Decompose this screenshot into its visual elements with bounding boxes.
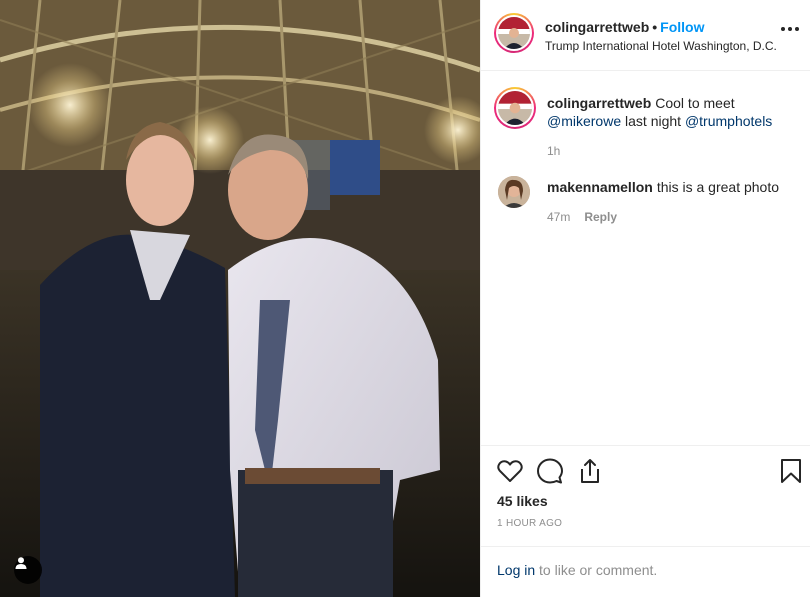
post-header-text: colingarrettweb • Follow Trump Internation… <box>545 18 795 54</box>
caption-meta: 1h <box>547 144 560 158</box>
post-timestamp[interactable]: 1 HOUR AGO <box>497 518 562 529</box>
post-actions: 45 likes 1 HOUR AGO Log in to like or co… <box>481 445 810 597</box>
login-prompt-text: to like or comment. <box>535 562 658 578</box>
more-options-button[interactable] <box>781 24 801 34</box>
comment-meta: 47m Reply <box>547 210 617 224</box>
person-icon <box>15 557 27 569</box>
photo-illustration <box>0 0 480 597</box>
heart-icon <box>497 460 523 482</box>
bookmark-icon <box>781 459 801 483</box>
comment-time[interactable]: 47m <box>547 210 570 224</box>
more-dot-icon <box>781 27 785 31</box>
more-dot-icon <box>795 27 799 31</box>
share-icon <box>581 459 599 483</box>
separator-dot: • <box>652 19 658 35</box>
save-button[interactable] <box>777 457 805 485</box>
caption-author-avatar[interactable] <box>494 87 536 129</box>
author-username[interactable]: colingarrettweb <box>545 19 649 35</box>
comment-icon <box>537 458 563 484</box>
comment-body: this is a great photo <box>656 179 780 195</box>
follow-button[interactable]: Follow <box>660 19 704 35</box>
login-link[interactable]: Log in <box>497 562 535 578</box>
comment-text: makennamellon this is a great photo <box>547 178 797 196</box>
mention-link[interactable]: @mikerowe <box>547 113 621 129</box>
login-prompt-bar: Log in to like or comment. <box>481 546 810 597</box>
avatar-image <box>498 17 530 49</box>
caption-username[interactable]: colingarrettweb <box>547 95 651 111</box>
like-button[interactable] <box>496 457 524 485</box>
post-photo[interactable] <box>0 0 480 597</box>
avatar-image <box>498 91 532 125</box>
commenter-username[interactable]: makennamellon <box>547 179 653 195</box>
post-header: colingarrettweb • Follow Trump Internation… <box>481 0 810 71</box>
comment-button[interactable] <box>536 457 564 485</box>
post-side-panel: colingarrettweb • Follow Trump Internation… <box>480 0 810 597</box>
likes-count[interactable]: 45 likes <box>497 493 548 509</box>
caption-time[interactable]: 1h <box>547 144 560 158</box>
commenter-avatar[interactable] <box>498 176 530 208</box>
login-prompt: Log in to like or comment. <box>497 562 657 578</box>
caption-text: colingarrettweb Cool to meet @mikerowe la… <box>547 94 797 130</box>
author-avatar[interactable] <box>494 13 534 53</box>
mention-link[interactable]: @trumphotels <box>685 113 772 129</box>
share-button[interactable] <box>576 457 604 485</box>
caption-text-part: Cool to meet <box>655 95 735 111</box>
post-location[interactable]: Trump International Hotel Washington, D.… <box>545 38 795 54</box>
user-tag-button[interactable] <box>14 556 42 584</box>
avatar-image <box>498 176 530 208</box>
more-dot-icon <box>788 27 792 31</box>
reply-button[interactable]: Reply <box>584 210 617 224</box>
caption-text-part: last night <box>621 113 685 129</box>
